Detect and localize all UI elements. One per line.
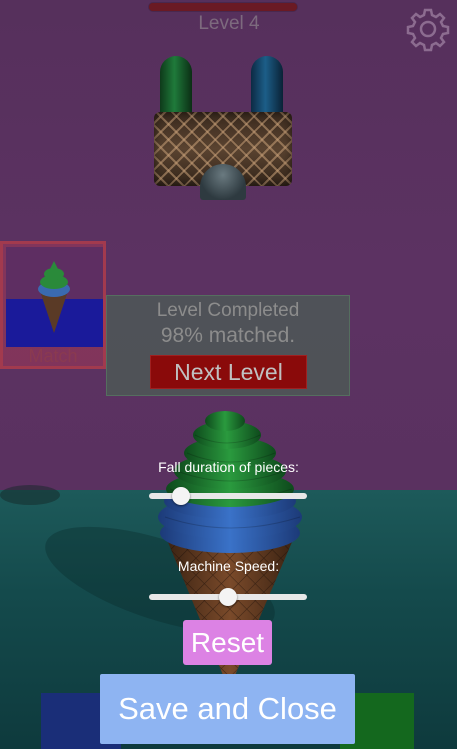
match-percentage: 98% matched. [160, 324, 296, 347]
save-and-close-button[interactable]: Save and Close [100, 674, 355, 744]
gear-icon[interactable] [403, 4, 453, 54]
mixing-machine [150, 52, 300, 212]
green-dispenser-tube [160, 56, 192, 118]
target-icecream-image [6, 247, 103, 347]
fall-duration-slider[interactable] [149, 484, 307, 508]
blue-dispenser-tube [251, 56, 283, 118]
match-preview: Match [0, 241, 106, 369]
level-completed-title: Level Completed [156, 300, 300, 321]
fall-duration-thumb[interactable] [171, 487, 190, 505]
game-screen: Level 4 Match Level Completed 98% matche… [0, 0, 457, 749]
fall-duration-label: Fall duration of pieces: [158, 459, 299, 475]
floor-shadow-left [0, 485, 60, 505]
reset-button[interactable]: Reset [183, 620, 272, 665]
next-level-button[interactable]: Next Level [150, 355, 307, 389]
match-label: Match [28, 346, 78, 366]
level-completed-panel: Level Completed 98% matched. Next Level [106, 295, 350, 396]
level-progress-bar [149, 3, 297, 11]
machine-speed-thumb[interactable] [219, 588, 237, 606]
machine-speed-label: Machine Speed: [177, 558, 280, 574]
level-label: Level 4 [198, 13, 260, 34]
machine-speed-slider[interactable] [149, 585, 307, 609]
level-progress-fill [149, 3, 297, 11]
